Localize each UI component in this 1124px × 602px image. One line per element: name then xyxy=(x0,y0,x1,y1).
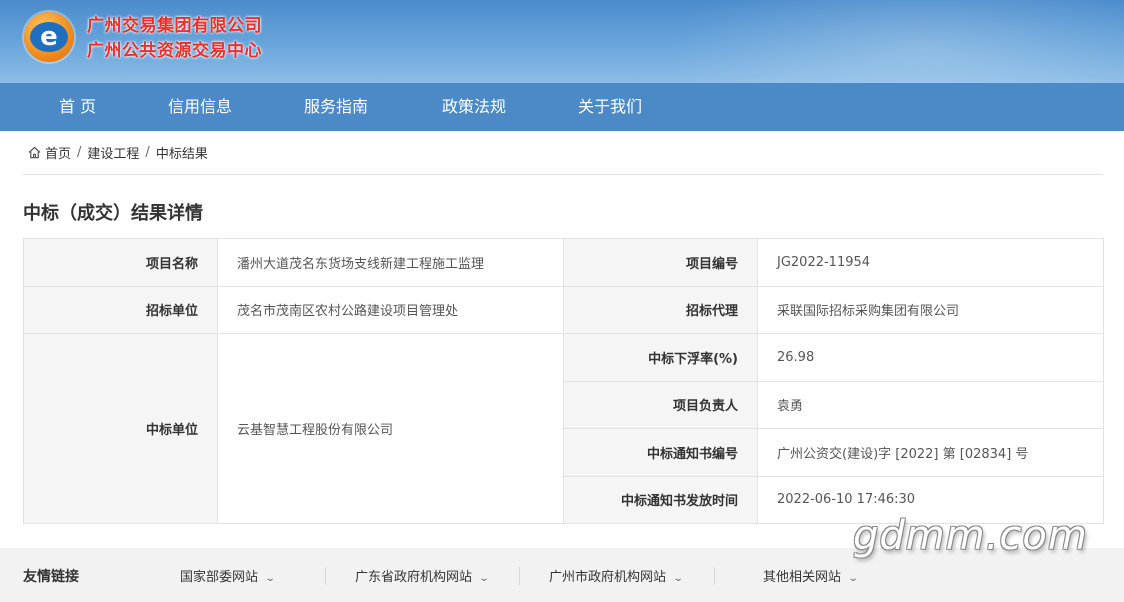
logo-letter: e xyxy=(30,22,68,52)
link-label: 广州市政府机构网站 xyxy=(549,570,667,585)
footer-divider xyxy=(519,567,520,585)
discount-label: 中标下浮率(%) xyxy=(563,333,758,382)
site-header: e 广州交易集团有限公司 广州公共资源交易中心 xyxy=(0,0,1124,83)
result-detail-table: 项目名称 潘州大道茂名东货场支线新建工程施工监理 项目编号 JG2022-119… xyxy=(23,238,1104,524)
table-row: 中标单位 云基智慧工程股份有限公司 中标下浮率(%) 26.98 xyxy=(23,333,1104,524)
chevron-down-icon: ⌄ xyxy=(672,573,684,584)
notice-no-label: 中标通知书编号 xyxy=(563,428,758,477)
org-name: 广州交易集团有限公司 广州公共资源交易中心 xyxy=(87,14,262,64)
project-no-value: JG2022-11954 xyxy=(757,238,1104,287)
project-name-value: 潘州大道茂名东货场支线新建工程施工监理 xyxy=(217,238,564,287)
discount-value: 26.98 xyxy=(757,333,1104,382)
nav-item-service-guide[interactable]: 服务指南 xyxy=(304,83,368,131)
tender-unit-value: 茂名市茂南区农村公路建设项目管理处 xyxy=(217,285,564,334)
main-nav: 首 页 信用信息 服务指南 政策法规 关于我们 xyxy=(0,83,1124,131)
breadcrumb-construction[interactable]: 建设工程 xyxy=(87,143,139,162)
link-guangzhou-gov[interactable]: 广州市政府机构网站 ⌄ xyxy=(549,566,684,585)
link-other-sites[interactable]: 其他相关网站 ⌄ xyxy=(763,566,859,585)
agent-value: 采联国际招标采购集团有限公司 xyxy=(757,285,1104,334)
table-row: 招标单位 茂名市茂南区农村公路建设项目管理处 招标代理 采联国际招标采购集团有限… xyxy=(23,285,1104,334)
breadcrumb-separator: / xyxy=(145,144,150,160)
tender-unit-label: 招标单位 xyxy=(23,285,218,334)
chevron-down-icon: ⌄ xyxy=(847,573,859,584)
e-logo-icon[interactable]: e xyxy=(24,12,74,62)
notice-time-label: 中标通知书发放时间 xyxy=(563,475,758,524)
manager-value: 袁勇 xyxy=(757,380,1104,429)
breadcrumb-current: 中标结果 xyxy=(155,146,208,162)
breadcrumb-separator: / xyxy=(77,144,82,160)
winner-label: 中标单位 xyxy=(23,333,218,524)
agent-label: 招标代理 xyxy=(563,285,758,334)
org-name-line1: 广州交易集团有限公司 xyxy=(87,16,262,36)
project-name-label: 项目名称 xyxy=(23,238,218,287)
link-label: 其他相关网站 xyxy=(763,570,842,585)
nav-item-policy[interactable]: 政策法规 xyxy=(442,83,506,131)
link-label: 国家部委网站 xyxy=(180,570,259,585)
table-row: 项目名称 潘州大道茂名东货场支线新建工程施工监理 项目编号 JG2022-119… xyxy=(23,238,1104,287)
chevron-down-icon: ⌄ xyxy=(478,573,490,584)
page-title: 中标（成交）结果详情 xyxy=(23,203,203,224)
nav-item-credit[interactable]: 信用信息 xyxy=(168,83,232,131)
nav-item-about[interactable]: 关于我们 xyxy=(578,83,642,131)
org-name-line2: 广州公共资源交易中心 xyxy=(87,41,262,61)
footer-divider xyxy=(325,567,326,585)
header-glow xyxy=(664,0,1124,83)
friend-links-title: 友情链接 xyxy=(23,569,79,585)
chevron-down-icon: ⌄ xyxy=(264,573,276,584)
home-icon xyxy=(28,146,41,158)
breadcrumb-divider xyxy=(23,174,1103,175)
project-no-label: 项目编号 xyxy=(563,238,758,287)
watermark: gdmm.com xyxy=(853,513,1088,559)
breadcrumb-home[interactable]: 首页 xyxy=(45,143,71,162)
link-guangdong-gov[interactable]: 广东省政府机构网站 ⌄ xyxy=(355,566,490,585)
footer-divider xyxy=(714,567,715,585)
breadcrumb: 首页 / 建设工程 / 中标结果 xyxy=(28,142,208,162)
link-national-ministries[interactable]: 国家部委网站 ⌄ xyxy=(180,566,276,585)
nav-item-home[interactable]: 首 页 xyxy=(59,83,96,131)
winner-value: 云基智慧工程股份有限公司 xyxy=(217,333,564,524)
notice-no-value: 广州公资交(建设)字 [2022] 第 [02834] 号 xyxy=(757,428,1104,477)
manager-label: 项目负责人 xyxy=(563,380,758,429)
link-label: 广东省政府机构网站 xyxy=(355,570,473,585)
